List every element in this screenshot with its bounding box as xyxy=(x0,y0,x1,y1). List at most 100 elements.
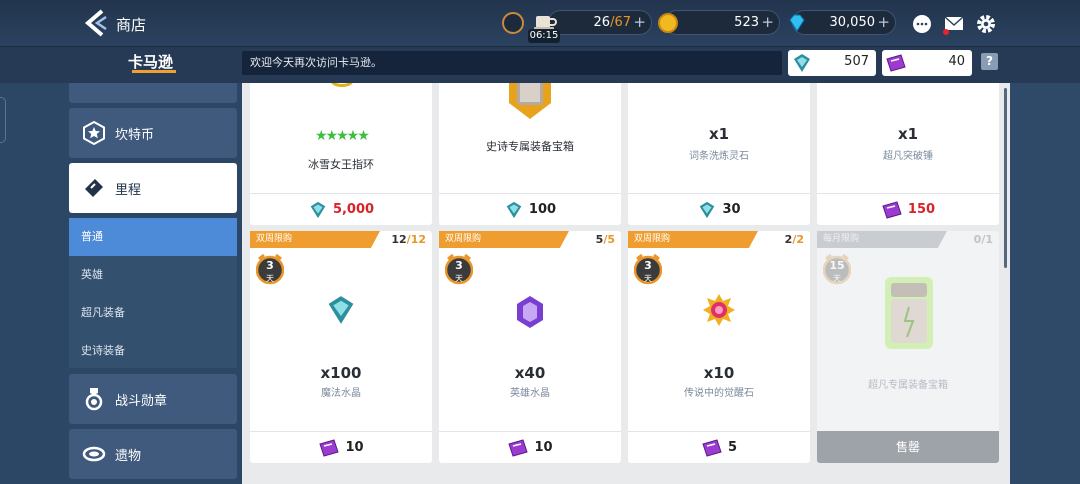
transcendent-gear-chest-icon xyxy=(885,277,933,349)
purchase-limit-banner: 双周限购 xyxy=(439,231,569,248)
shop-card[interactable]: x1 词条洗炼灵石 30 xyxy=(628,83,810,225)
sidebar-item-battle-medal[interactable]: 战斗勋章 xyxy=(69,374,237,424)
sidebar-item-relic[interactable]: 遗物 xyxy=(69,429,237,479)
days-left-value: 3 xyxy=(455,259,463,272)
sidebar-item-mileage[interactable]: 里程 xyxy=(69,163,237,213)
price-value: 10 xyxy=(534,440,553,455)
help-button[interactable]: ? xyxy=(981,53,998,70)
shop-brand-title: 卡马逊 xyxy=(128,53,174,71)
price-button[interactable]: 10 xyxy=(439,431,621,463)
price-button[interactable]: 30 xyxy=(628,193,810,225)
item-name: 英雄水晶 xyxy=(510,388,550,399)
add-energy-icon[interactable]: + xyxy=(633,13,646,31)
magic-crystal-item-icon xyxy=(328,296,354,324)
grid-scrollbar[interactable] xyxy=(1004,88,1007,268)
magic-crystal-balance: 507 xyxy=(788,50,876,76)
price-button[interactable]: 5,000 xyxy=(250,193,432,225)
price-value: 10 xyxy=(345,440,364,455)
item-name: 冰雪女王指环 xyxy=(308,158,374,171)
purchase-limit-banner: 双周限购 xyxy=(250,231,380,248)
sidebar-subitem-normal[interactable]: 普通 xyxy=(69,218,237,256)
sidebar-item-label: 坎特币 xyxy=(115,128,155,143)
item-name: 词条洗炼灵石 xyxy=(689,151,749,162)
price-button[interactable]: 150 xyxy=(817,193,999,225)
shop-card[interactable]: ★★★★★ 冰雪女王指环 5,000 xyxy=(250,83,432,225)
hexagon-star-icon xyxy=(83,121,105,145)
days-unit: 天 xyxy=(644,274,652,283)
coin-resource[interactable]: 523 + xyxy=(664,10,780,35)
welcome-message: 欢迎今天再次访问卡马逊。 xyxy=(242,51,782,75)
item-quantity: x10 xyxy=(703,364,735,382)
price-button[interactable]: 100 xyxy=(439,193,621,225)
item-quantity: x1 xyxy=(897,125,919,143)
ring-item-icon xyxy=(330,83,354,87)
sidebar-item-label: 遗物 xyxy=(115,449,142,464)
ticket-icon xyxy=(702,439,722,457)
item-name: 超凡突破锤 xyxy=(883,151,933,162)
mail-icon[interactable] xyxy=(943,13,965,35)
ticket-balance: 40 xyxy=(882,50,972,76)
add-coin-icon[interactable]: + xyxy=(761,13,774,31)
magic-crystal-icon xyxy=(506,201,522,219)
price-button[interactable]: 10 xyxy=(250,431,432,463)
sidebar-subitem-hero[interactable]: 英雄 xyxy=(69,256,237,294)
sidebar-item-kante-coin[interactable]: 坎特币 xyxy=(69,108,237,158)
energy-resource[interactable]: 26/67 + xyxy=(548,10,652,35)
sidebar-item-label: 里程 xyxy=(115,183,142,198)
back-arrow-icon[interactable] xyxy=(82,9,108,37)
days-left-badge: 3天 xyxy=(445,253,473,287)
item-name: 超凡专属装备宝箱 xyxy=(868,380,948,391)
days-left-value: 3 xyxy=(266,259,274,272)
shop-card[interactable]: x1 超凡突破锤 150 xyxy=(817,83,999,225)
purchase-count: 12/12 xyxy=(391,233,426,246)
days-left-badge: 3天 xyxy=(256,253,284,287)
price-value: 5 xyxy=(727,440,738,455)
coin-value: 523 xyxy=(734,15,759,30)
brand-underline xyxy=(132,70,176,73)
days-left-value: 3 xyxy=(644,259,652,272)
chat-icon[interactable] xyxy=(911,13,933,35)
count-max: 5 xyxy=(607,233,615,246)
shop-card[interactable]: 史诗专属装备宝箱 100 xyxy=(439,83,621,225)
item-name: 魔法水晶 xyxy=(321,388,361,399)
shop-card[interactable]: 双周限购 5/5 3天 x40 英雄水晶 10 xyxy=(439,231,621,463)
settings-gear-icon[interactable] xyxy=(975,13,997,35)
medal-icon xyxy=(85,388,103,411)
ticket-icon xyxy=(85,179,103,197)
sidebar-edge-handle[interactable] xyxy=(0,97,6,143)
days-left-value: 15 xyxy=(829,259,845,272)
item-quantity: x100 xyxy=(320,364,362,382)
sidebar-subitem-transcendent-gear[interactable]: 超凡装备 xyxy=(69,294,237,332)
stopwatch-icon xyxy=(502,12,524,34)
purchase-limit-banner: 双周限购 xyxy=(628,231,758,248)
magic-crystal-value: 507 xyxy=(844,54,869,69)
energy-max: 67 xyxy=(614,15,631,30)
purchase-count: 0/1 xyxy=(973,233,993,246)
top-bar: 商店 26/67 + 06:15 523 + 30,050 + xyxy=(0,0,1080,47)
price-value: 5,000 xyxy=(332,202,375,217)
stars-rating-icon: ★★★★★ xyxy=(315,128,370,144)
shop-card[interactable]: 双周限购 2/2 3天 x10 传说中的觉醒石 5 xyxy=(628,231,810,463)
item-name: 传说中的觉醒石 xyxy=(684,388,754,399)
price-button[interactable]: 5 xyxy=(628,431,810,463)
price-value: 150 xyxy=(907,202,936,217)
days-unit: 天 xyxy=(455,274,463,283)
item-quantity: x40 xyxy=(514,364,546,382)
hero-crystal-item-icon xyxy=(517,296,543,328)
sidebar-item-label: 战斗勋章 xyxy=(115,394,168,409)
shop-card[interactable]: 双周限购 12/12 3天 x100 魔法水晶 10 xyxy=(250,231,432,463)
item-quantity: x1 xyxy=(708,125,730,143)
price-value: 100 xyxy=(528,202,557,217)
add-gem-icon[interactable]: + xyxy=(877,13,890,31)
sidebar-subitem-epic-gear[interactable]: 史诗装备 xyxy=(69,332,237,368)
awakening-stone-item-icon xyxy=(703,294,735,326)
days-unit: 天 xyxy=(266,274,274,283)
ticket-icon xyxy=(319,439,340,457)
energy-timer: 06:15 xyxy=(528,29,560,43)
page-title: 商店 xyxy=(116,16,147,34)
magic-crystal-icon xyxy=(700,201,715,219)
ticket-value: 40 xyxy=(948,54,965,69)
diamond-icon xyxy=(789,14,805,32)
sidebar-item-top-partial[interactable] xyxy=(69,83,237,103)
shop-card-soldout: 每月限购 0/1 15 天 超凡专属装备宝箱 售罄 xyxy=(817,231,999,463)
